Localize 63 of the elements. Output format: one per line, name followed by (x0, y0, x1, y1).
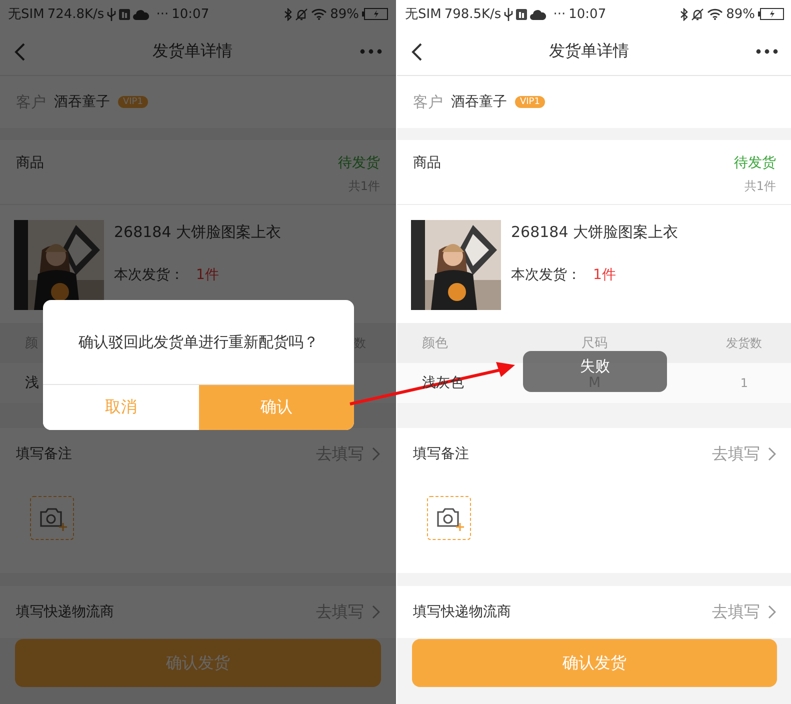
bluetooth-icon (284, 8, 292, 20)
column-header: 颜色 (421, 335, 448, 352)
app-icon (516, 8, 528, 20)
product-name: 268184 大饼脸图案上衣 (511, 223, 678, 242)
confirm-shipment-button[interactable]: 确认发货 (412, 639, 777, 687)
customer-name: 酒吞童子 (54, 93, 110, 111)
more-notifications: ··· (156, 6, 169, 22)
column-header: 尺码 (581, 335, 608, 352)
more-notifications: ··· (553, 6, 566, 22)
fill-in-link[interactable]: 去填写 (712, 602, 760, 622)
cloud-icon (133, 8, 150, 20)
cloud-icon (530, 8, 546, 20)
battery-percent: 89% (330, 6, 359, 22)
column-header: 发货数 (726, 334, 763, 352)
page-title: 发货单详情 (152, 41, 232, 62)
remark-label: 填写备注 (413, 445, 470, 463)
quantity-label: 本次发货： (114, 266, 184, 284)
usb-icon (504, 8, 514, 20)
confirm-button[interactable]: 确认 (198, 385, 354, 430)
quantity-label: 本次发货： (511, 266, 581, 284)
network-speed: 798.5K/s (444, 6, 502, 22)
add-photo-icon[interactable] (427, 496, 471, 540)
carrier-text: 无SIM (8, 6, 44, 23)
chevron-right-icon (768, 447, 776, 461)
carrier-text: 无SIM (405, 6, 442, 23)
vip-badge: VIP1 (118, 96, 148, 108)
app-icon (119, 8, 130, 20)
logistics-label: 填写快递物流商 (16, 603, 115, 621)
battery-icon (362, 8, 388, 20)
back-icon[interactable] (411, 42, 422, 60)
item-count: 共1件 (744, 178, 776, 195)
clock: 10:07 (172, 6, 210, 22)
table-cell-text: 浅 (24, 374, 39, 392)
goods-label: 商品 (16, 154, 44, 173)
wifi-icon (311, 8, 328, 20)
bell-off-icon (295, 8, 308, 20)
bluetooth-icon (680, 8, 688, 20)
network-speed: 724.8K/s (47, 6, 104, 22)
page-title: 发货单详情 (549, 41, 629, 62)
battery-percent: 89% (726, 6, 755, 22)
quantity-value: 1件 (196, 266, 219, 284)
bell-off-icon (691, 8, 704, 20)
usb-icon (107, 8, 116, 20)
customer-name: 酒吞童子 (451, 93, 507, 111)
logistics-label: 填写快递物流商 (413, 603, 512, 621)
chevron-right-icon (372, 605, 380, 619)
shipping-status: 待发货 (338, 154, 380, 172)
battery-icon (758, 8, 784, 20)
shipping-status: 待发货 (734, 154, 776, 172)
table-cell-text: 1 (740, 376, 749, 390)
remark-label: 填写备注 (16, 445, 73, 463)
customer-label: 客户 (413, 92, 443, 112)
goods-label: 商品 (413, 154, 441, 173)
confirm-shipment-button[interactable]: 确认发货 (15, 639, 381, 687)
chevron-right-icon (768, 605, 776, 619)
clock: 10:07 (568, 6, 606, 22)
more-icon[interactable] (756, 49, 778, 54)
chevron-right-icon (372, 447, 380, 461)
wifi-icon (707, 8, 724, 20)
vip-badge: VIP1 (515, 96, 545, 108)
product-name: 268184 大饼脸图案上衣 (114, 223, 282, 242)
quantity-value: 1件 (593, 266, 616, 284)
fill-in-link[interactable]: 去填写 (712, 444, 760, 464)
